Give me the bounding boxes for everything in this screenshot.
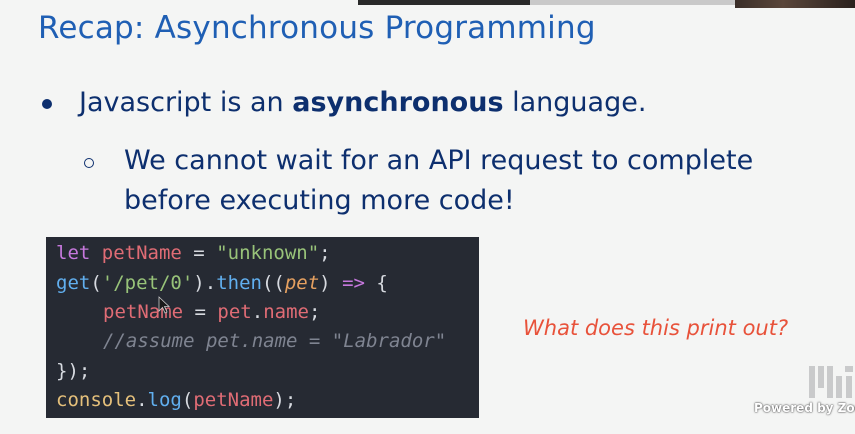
code-line-5: }); (56, 360, 91, 382)
bullet1-text-pre: Javascript is an (79, 87, 293, 118)
code-line-4: //assume pet.name = "Labrador" (103, 330, 447, 352)
bullet-circle-icon (84, 158, 94, 168)
bullet-dot-icon (42, 99, 52, 109)
mouse-pointer-icon (158, 296, 171, 314)
code-line-1: let petName = "unknown"; (56, 242, 331, 264)
code-snippet: let petName = "unknown"; get('/pet/0').t… (46, 237, 479, 418)
bullet1-text-post: language. (503, 87, 647, 118)
zoom-watermark: Powered by Zoom (754, 401, 855, 415)
mit-logo (809, 366, 853, 398)
slide-title: Recap: Asynchronous Programming (38, 10, 596, 46)
code-line-6: console.log(petName); (56, 389, 297, 411)
bullet1-text-bold: asynchronous (292, 87, 504, 118)
code-line-2: get('/pet/0').then((pet) => { (56, 272, 388, 294)
webcam-thumbnail (735, 0, 855, 8)
code-line-3: petName = pet.name; (103, 301, 321, 323)
sub-bullet-line-2: before executing more code! (124, 185, 515, 216)
video-topbar-segment (530, 0, 735, 5)
sub-bullet-line-1: We cannot wait for an API request to com… (124, 145, 754, 176)
question-text: What does this print out? (523, 316, 789, 340)
